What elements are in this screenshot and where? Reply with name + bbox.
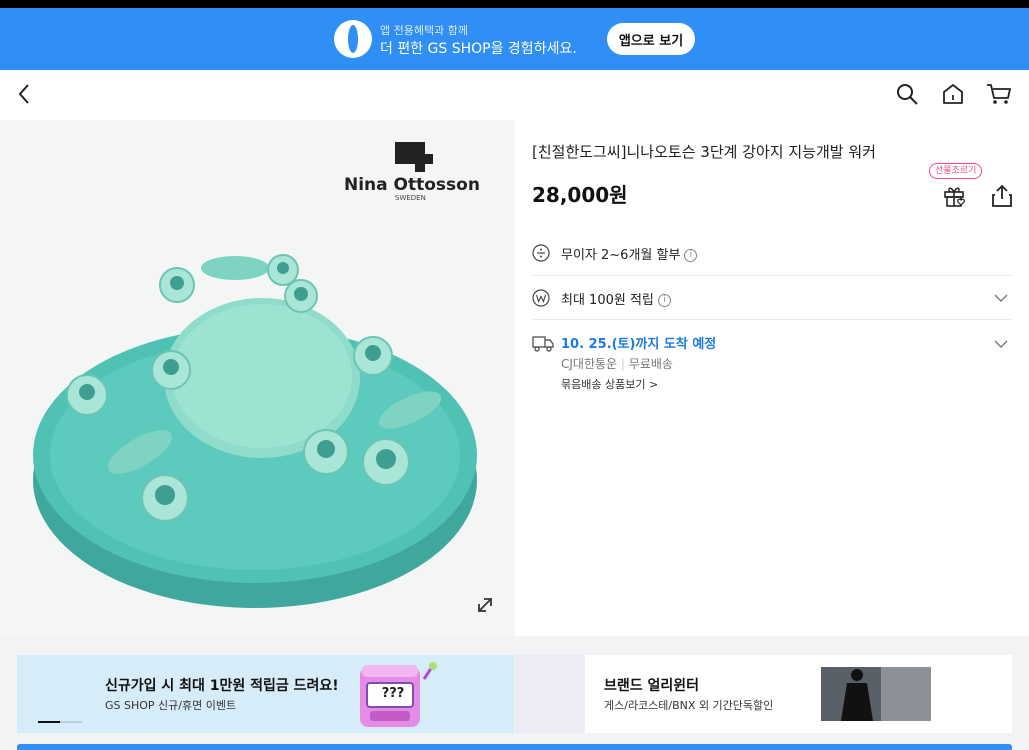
courier-name: CJ대한통운 <box>561 357 618 371</box>
info-icon[interactable]: i <box>657 294 671 307</box>
brand-name: Nina Ottosson <box>344 175 480 195</box>
gift-request-badge[interactable]: 선물조르기 <box>929 163 983 179</box>
signup-promo-banner[interactable]: 신규가입 시 최대 1만원 적립금 드려요! GS SHOP 신규/휴면 이벤트… <box>17 655 514 733</box>
delivery-truck-icon <box>532 336 554 352</box>
brand-sub: SWEDEN <box>395 194 426 202</box>
delivery-row[interactable]: 10. 25.(토)까지 도착 예정 CJ대한통운 | 무료배송 묶음배송 상품… <box>532 330 1012 395</box>
divider <box>532 319 1012 320</box>
banner-line-2: 더 편한 GS SHOP을 경험하세요. <box>380 41 577 57</box>
installment-row: 무이자 2~6개월 할부 i <box>532 240 1012 266</box>
dog-puzzle-toy-illustration: Nina Ottosson SWEDEN <box>0 120 515 636</box>
divider <box>532 275 1012 276</box>
share-icon[interactable] <box>989 183 1015 209</box>
status-bar <box>0 0 1029 8</box>
product-image[interactable]: Nina Ottosson SWEDEN <box>0 120 515 636</box>
installment-text: 무이자 2~6개월 할부 <box>561 248 681 263</box>
points-icon <box>532 289 550 307</box>
promo-left-title: 신규가입 시 최대 1만원 적립금 드려요! <box>105 678 339 694</box>
delivery-date: 10. 25.(토)까지 도착 예정 <box>561 337 717 352</box>
banner-line-1: 앱 전용혜택과 함께 <box>380 24 468 37</box>
promo-left-subtitle: GS SHOP 신규/휴면 이벤트 <box>105 699 237 712</box>
gift-icon[interactable] <box>942 183 968 209</box>
promo-right-title: 브랜드 얼리윈터 <box>604 678 700 694</box>
product-title: [친절한도그씨]니나오토슨 3단계 강아지 지능개발 워커 <box>532 143 876 161</box>
cart-icon[interactable] <box>986 81 1012 107</box>
search-icon[interactable] <box>894 81 920 107</box>
home-icon[interactable] <box>940 81 966 107</box>
chevron-down-icon <box>994 340 1008 348</box>
brand-promo-card[interactable]: 브랜드 얼리윈터 게스/라코스테/BNX 외 기간단독할인 <box>585 655 1012 733</box>
open-app-button[interactable]: 앱으로 보기 <box>607 23 695 55</box>
points-text: 최대 100원 적립 <box>561 293 654 308</box>
product-price: 28,000원 <box>532 183 628 207</box>
shipping-fee: 무료배송 <box>628 357 673 371</box>
bundle-shipping-link[interactable]: 묶음배송 상품보기 > <box>561 376 658 392</box>
gs-shop-logo-icon <box>334 20 372 58</box>
top-navigation <box>0 70 1029 120</box>
brand-model-image <box>821 667 931 721</box>
points-row[interactable]: 최대 100원 적립 i <box>532 285 1012 311</box>
carousel-indicator <box>38 721 82 723</box>
chevron-left-icon[interactable] <box>12 81 38 107</box>
slot-machine-text: ??? <box>381 686 405 701</box>
promo-right-subtitle: 게스/라코스테/BNX 외 기간단독할인 <box>604 699 774 712</box>
info-icon[interactable]: i <box>684 249 698 262</box>
app-promo-banner[interactable]: 앱 전용혜택과 함께 더 편한 GS SHOP을 경험하세요. 앱으로 보기 <box>0 8 1029 70</box>
chevron-down-icon <box>994 294 1008 302</box>
installment-icon <box>532 244 550 262</box>
bottom-bar <box>17 744 1012 750</box>
